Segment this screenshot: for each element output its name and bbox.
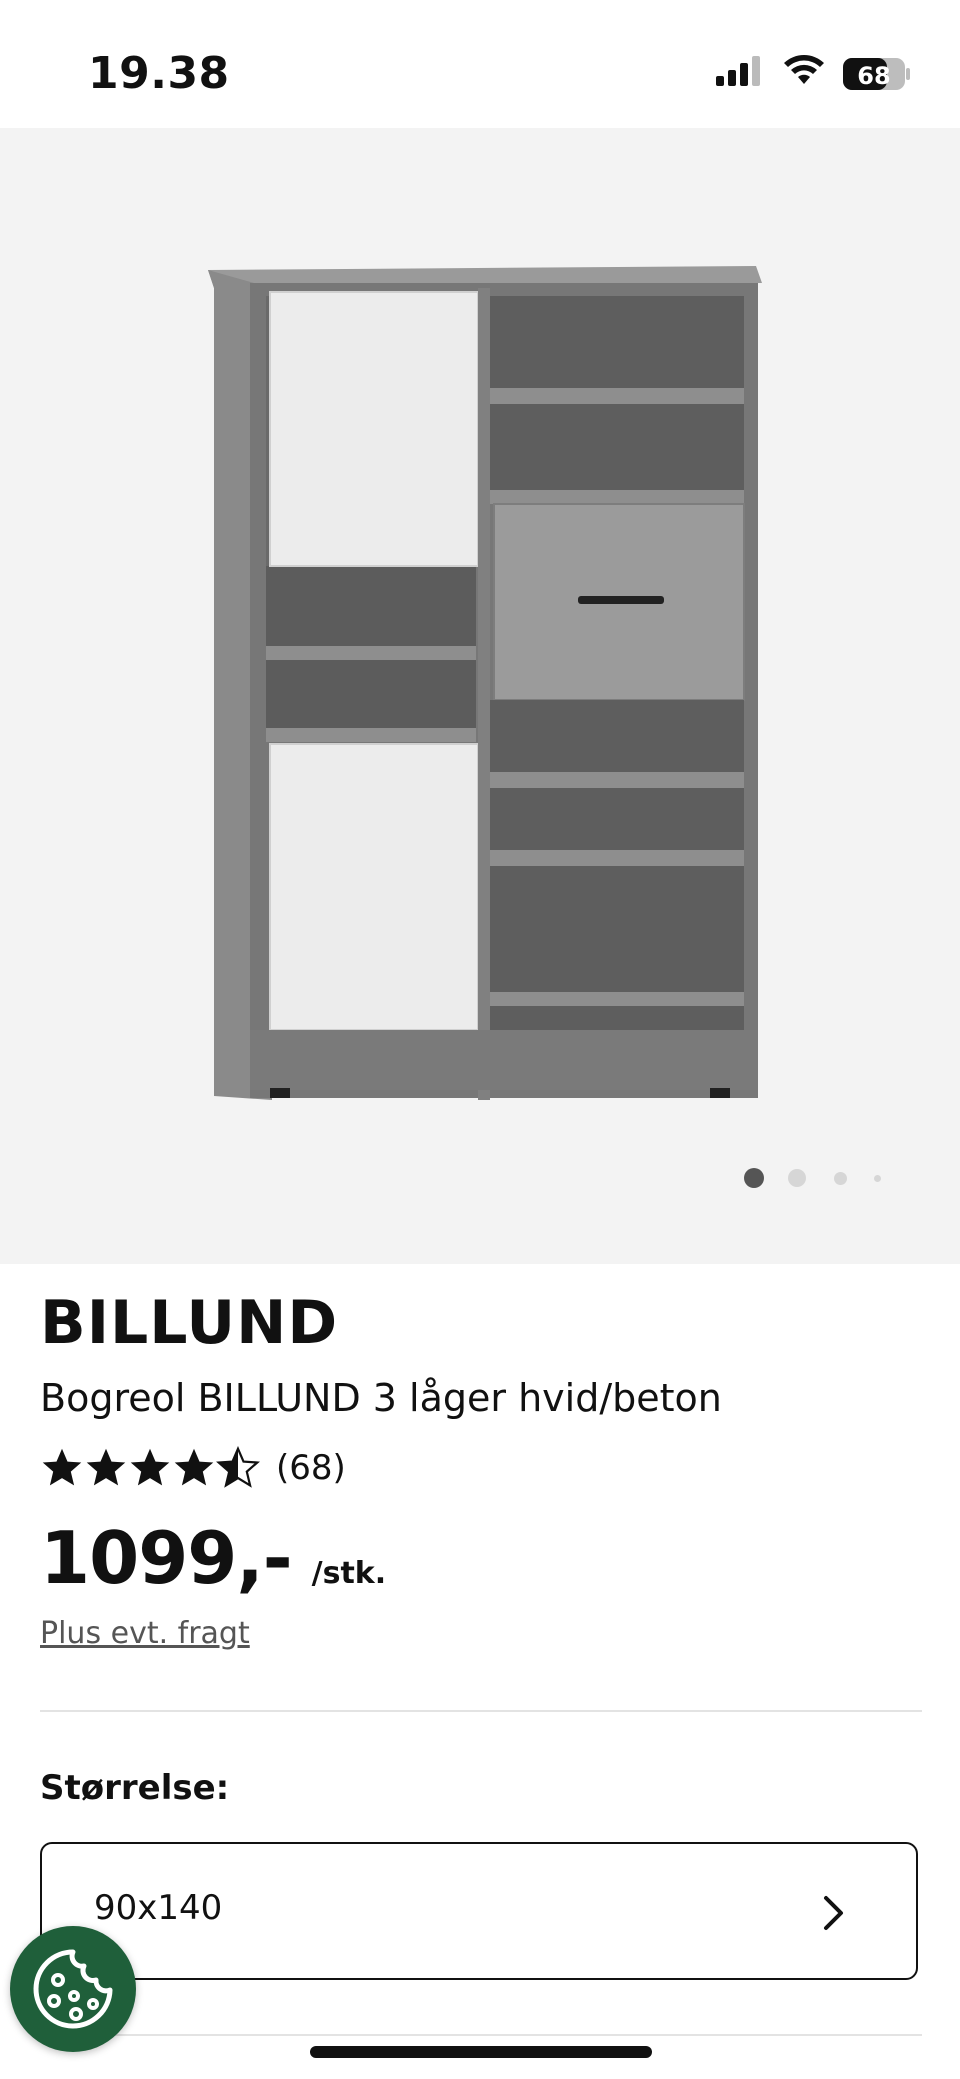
cookie-settings-button[interactable] — [10, 1926, 136, 2052]
star-full-icon — [42, 1448, 82, 1486]
bookshelf-image — [208, 266, 762, 1100]
price-unit: /stk. — [311, 1556, 387, 1591]
product-gallery[interactable] — [0, 128, 960, 1264]
chevron-right-icon — [824, 1896, 843, 1930]
product-price: 1099,- — [40, 1516, 293, 1600]
battery-level: 68 — [857, 62, 890, 90]
size-selector[interactable]: 90x140 — [40, 1842, 918, 1980]
shipping-link[interactable]: Plus evt. fragt — [40, 1616, 250, 1651]
price-row: 1099,- /stk. — [40, 1516, 386, 1600]
pagination-dot-active[interactable] — [744, 1168, 764, 1188]
divider — [40, 2034, 922, 2036]
size-label: Størrelse: — [40, 1768, 230, 1808]
signal-icon — [716, 56, 760, 86]
product-subtitle: Bogreol BILLUND 3 låger hvid/beton — [40, 1376, 722, 1420]
rating-stars — [40, 1446, 260, 1490]
status-time: 19.38 — [88, 48, 230, 99]
product-rating[interactable]: (68) — [40, 1444, 346, 1492]
size-value: 90x140 — [94, 1888, 223, 1928]
star-half-icon — [216, 1446, 260, 1488]
star-full-icon — [86, 1448, 126, 1486]
battery-icon: 68 — [843, 58, 910, 90]
product-brand: BILLUND — [40, 1288, 339, 1358]
review-count[interactable]: (68) — [276, 1448, 346, 1488]
pagination-dot[interactable] — [874, 1175, 881, 1182]
wifi-icon — [784, 55, 824, 84]
cookie-icon — [33, 1949, 113, 2029]
home-indicator[interactable] — [310, 2046, 652, 2058]
status-bar: 19.38 68 — [0, 0, 960, 128]
star-full-icon — [130, 1448, 170, 1486]
pagination-dot[interactable] — [834, 1172, 847, 1185]
star-full-icon — [174, 1448, 214, 1486]
divider — [40, 1710, 922, 1712]
pagination-dot[interactable] — [788, 1169, 806, 1187]
